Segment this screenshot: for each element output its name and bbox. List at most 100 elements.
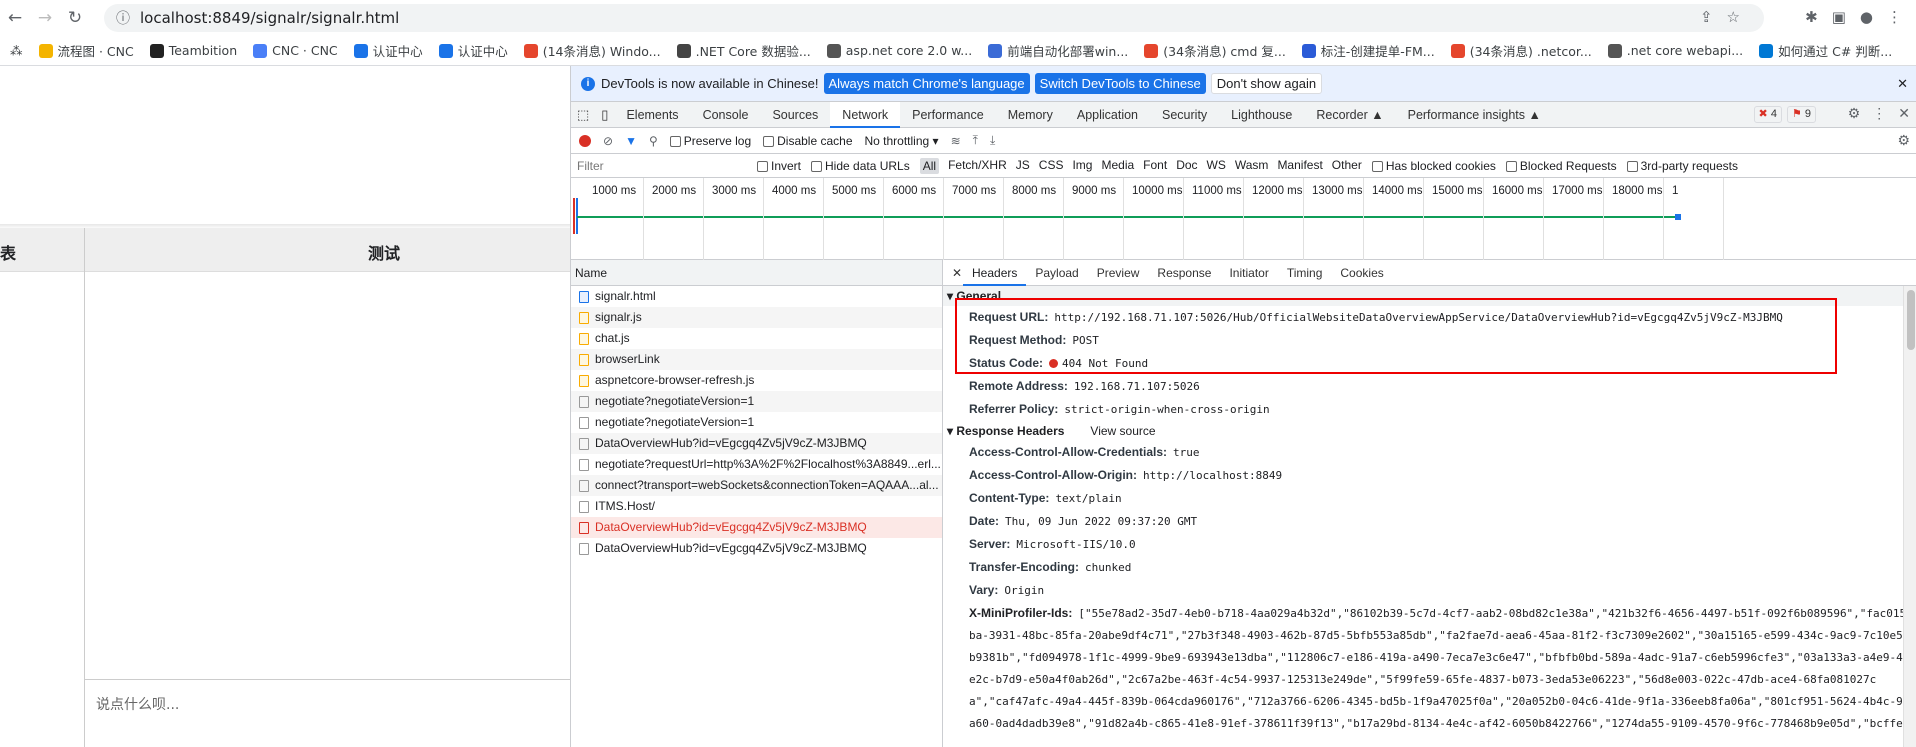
filter-icon[interactable]: ▼ bbox=[625, 134, 637, 148]
detail-tab-response[interactable]: Response bbox=[1148, 260, 1220, 286]
filter-type-other[interactable]: Other bbox=[1332, 158, 1362, 174]
filter-type-img[interactable]: Img bbox=[1072, 158, 1092, 174]
tab-application[interactable]: Application bbox=[1065, 102, 1150, 128]
export-icon[interactable]: ⤓ bbox=[990, 133, 995, 148]
filter-type-font[interactable]: Font bbox=[1143, 158, 1167, 174]
device-icon[interactable]: ▯ bbox=[595, 102, 614, 128]
record-icon[interactable] bbox=[579, 134, 591, 147]
bookmark-item[interactable]: 认证中心 bbox=[353, 41, 423, 60]
bookmark-item[interactable]: (14条消息) Windo... bbox=[523, 41, 661, 60]
message-input[interactable]: 说点什么呗... bbox=[96, 694, 179, 714]
details-scrollbar[interactable] bbox=[1903, 286, 1916, 747]
reload-icon[interactable]: ↻ bbox=[60, 8, 90, 28]
request-row[interactable]: connect?transport=webSockets&connectionT… bbox=[571, 475, 942, 496]
bookmark-apps-icon[interactable]: ⁂ bbox=[10, 43, 23, 58]
view-source-link[interactable]: View source bbox=[1090, 424, 1155, 438]
menu-icon[interactable]: ⋮ bbox=[1887, 8, 1902, 26]
bookmark-item[interactable]: .net core webapi... bbox=[1607, 43, 1743, 58]
forward-icon[interactable]: → bbox=[30, 8, 60, 28]
response-headers-section[interactable]: ▾ Response Headers View source bbox=[943, 421, 1916, 441]
bookmark-item[interactable]: .NET Core 数据验... bbox=[676, 41, 811, 60]
request-row[interactable]: signalr.js bbox=[571, 307, 942, 328]
filter-type-js[interactable]: JS bbox=[1016, 158, 1030, 174]
bookmark-item[interactable]: Teambition bbox=[149, 43, 237, 58]
bookmark-item[interactable]: 认证中心 bbox=[438, 41, 508, 60]
blocked-requests-checkbox[interactable]: Blocked Requests bbox=[1505, 159, 1617, 173]
request-row[interactable]: DataOverviewHub?id=vEgcgq4Zv5jV9cZ-M3JBM… bbox=[571, 538, 942, 559]
network-settings-icon[interactable]: ⚙ bbox=[1897, 132, 1910, 149]
filter-type-css[interactable]: CSS bbox=[1039, 158, 1064, 174]
bookmark-item[interactable]: 流程图 · CNC bbox=[38, 41, 134, 60]
issue-badges[interactable]: ✖ 4 ⚑ 9 bbox=[1753, 106, 1816, 123]
detail-tab-headers[interactable]: Headers bbox=[963, 260, 1027, 286]
detail-tab-cookies[interactable]: Cookies bbox=[1331, 260, 1392, 286]
request-row[interactable]: chat.js bbox=[571, 328, 942, 349]
request-row[interactable]: DataOverviewHub?id=vEgcgq4Zv5jV9cZ-M3JBM… bbox=[571, 517, 942, 538]
error-badge[interactable]: ✖ 4 bbox=[1753, 106, 1782, 123]
tab-memory[interactable]: Memory bbox=[996, 102, 1065, 128]
search-icon[interactable]: ⚲ bbox=[649, 134, 658, 148]
filter-type-manifest[interactable]: Manifest bbox=[1277, 158, 1322, 174]
close-devtools-icon[interactable]: ✕ bbox=[1898, 105, 1910, 122]
filter-type-all[interactable]: All bbox=[919, 157, 940, 174]
tab-network[interactable]: Network bbox=[830, 101, 901, 128]
inspect-icon[interactable]: ⬚ bbox=[571, 102, 595, 128]
bookmark-item[interactable]: asp.net core 2.0 w... bbox=[826, 43, 972, 58]
blocked-cookies-checkbox[interactable]: Has blocked cookies bbox=[1371, 159, 1496, 173]
filter-type-fetch-xhr[interactable]: Fetch/XHR bbox=[948, 158, 1007, 174]
request-row[interactable]: negotiate?requestUrl=http%3A%2F%2Flocalh… bbox=[571, 454, 942, 475]
request-row[interactable]: browserLink bbox=[571, 349, 942, 370]
bookmark-item[interactable]: (34条消息) .netcor... bbox=[1450, 41, 1592, 60]
filter-type-ws[interactable]: WS bbox=[1207, 158, 1226, 174]
clear-icon[interactable]: ⊘ bbox=[603, 134, 613, 148]
share-bookmark-icons[interactable]: ⇪☆ bbox=[1700, 8, 1754, 26]
settings-icon[interactable]: ⚙ bbox=[1848, 105, 1861, 122]
dont-show-button[interactable]: Don't show again bbox=[1210, 73, 1323, 94]
tab-console[interactable]: Console bbox=[691, 102, 761, 128]
request-row[interactable]: ITMS.Host/ bbox=[571, 496, 942, 517]
tab-performance[interactable]: Performance bbox=[900, 102, 996, 128]
timeline-overview[interactable]: 1000 ms 2000 ms 3000 ms 4000 ms 5000 ms 6000 … bbox=[571, 178, 1916, 260]
bookmark-item[interactable]: (34条消息) cmd 复... bbox=[1144, 41, 1286, 60]
tab-sources[interactable]: Sources bbox=[760, 102, 830, 128]
third-party-checkbox[interactable]: 3rd-party requests bbox=[1626, 159, 1738, 173]
profile-icon[interactable]: ● bbox=[1860, 8, 1873, 26]
address-bar[interactable]: ⓘ localhost:8849/signalr/signalr.html ⇪☆ bbox=[104, 4, 1764, 32]
warning-badge[interactable]: ⚑ 9 bbox=[1786, 106, 1816, 123]
close-details-icon[interactable]: ✕ bbox=[943, 260, 963, 286]
detail-tab-preview[interactable]: Preview bbox=[1088, 260, 1149, 286]
wifi-icon[interactable]: ≋ bbox=[951, 134, 961, 148]
filter-type-wasm[interactable]: Wasm bbox=[1235, 158, 1269, 174]
bookmark-item[interactable]: CNC · CNC bbox=[253, 43, 338, 58]
back-icon[interactable]: ← bbox=[0, 8, 30, 28]
tab-elements[interactable]: Elements bbox=[614, 102, 690, 128]
import-icon[interactable]: ⤒ bbox=[973, 133, 978, 148]
request-row[interactable]: negotiate?negotiateVersion=1 bbox=[571, 412, 942, 433]
preserve-log-checkbox[interactable]: Preserve log bbox=[669, 134, 751, 148]
invert-checkbox[interactable]: Invert bbox=[757, 159, 801, 173]
info-icon[interactable]: ⓘ bbox=[116, 8, 130, 28]
request-row[interactable]: signalr.html bbox=[571, 286, 942, 307]
request-row[interactable]: aspnetcore-browser-refresh.js bbox=[571, 370, 942, 391]
filter-input[interactable]: Filter bbox=[577, 159, 747, 173]
disable-cache-checkbox[interactable]: Disable cache bbox=[763, 134, 853, 148]
filter-type-doc[interactable]: Doc bbox=[1176, 158, 1197, 174]
detail-tab-payload[interactable]: Payload bbox=[1026, 260, 1087, 286]
more-icon[interactable]: ⋮ bbox=[1872, 105, 1886, 122]
sidepanel-icon[interactable]: ▣ bbox=[1832, 8, 1846, 26]
match-language-button[interactable]: Always match Chrome's language bbox=[823, 73, 1030, 94]
bookmark-item[interactable]: 如何通过 C# 判断... bbox=[1759, 41, 1892, 60]
request-row[interactable]: DataOverviewHub?id=vEgcgq4Zv5jV9cZ-M3JBM… bbox=[571, 433, 942, 454]
detail-tab-initiator[interactable]: Initiator bbox=[1220, 260, 1277, 286]
general-section[interactable]: ▾ General bbox=[943, 286, 1916, 306]
tab-security[interactable]: Security bbox=[1150, 102, 1219, 128]
bookmark-item[interactable]: 前端自动化部署win... bbox=[988, 41, 1128, 60]
extensions-icon[interactable]: ✱ bbox=[1805, 8, 1818, 26]
tab-performance-insights[interactable]: Performance insights ▲ bbox=[1396, 102, 1553, 128]
request-row[interactable]: negotiate?negotiateVersion=1 bbox=[571, 391, 942, 412]
bookmark-item[interactable]: 标注-创建提单-FM... bbox=[1301, 41, 1435, 60]
detail-tab-timing[interactable]: Timing bbox=[1278, 260, 1332, 286]
tab-lighthouse[interactable]: Lighthouse bbox=[1219, 102, 1304, 128]
hide-data-urls-checkbox[interactable]: Hide data URLs bbox=[811, 159, 910, 173]
close-icon[interactable]: ✕ bbox=[1897, 76, 1908, 92]
